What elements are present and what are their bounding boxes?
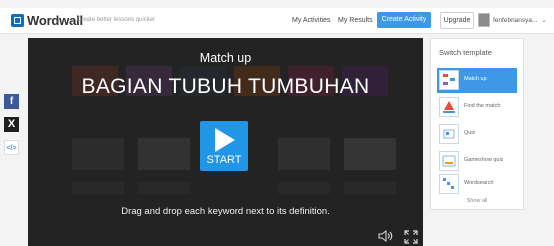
template-label: Quiz xyxy=(464,130,476,136)
template-label: Find the match xyxy=(464,103,501,109)
fullscreen-icon[interactable] xyxy=(404,230,418,244)
logo-text: Wordwall xyxy=(27,13,83,28)
wordsearch-thumbnail-icon xyxy=(439,174,459,194)
template-label: Wordsearch xyxy=(464,180,494,186)
template-find-the-match[interactable]: Find the match xyxy=(437,95,517,120)
wordwall-logo[interactable]: Wordwall xyxy=(11,13,83,28)
nav-my-results[interactable]: My Results xyxy=(338,17,373,24)
create-activity-button[interactable]: Create Activity xyxy=(377,12,431,28)
activity-type: Match up xyxy=(199,51,252,65)
template-label: Gameshow quiz xyxy=(464,157,504,163)
switch-template-panel: Switch template Match up Find the match … xyxy=(430,38,524,210)
template-wordsearch[interactable]: Wordsearch xyxy=(437,172,517,197)
template-quiz[interactable]: Quiz xyxy=(437,122,517,147)
avatar[interactable] xyxy=(478,13,490,27)
match-up-thumbnail-icon xyxy=(439,70,459,90)
sound-icon[interactable] xyxy=(378,230,394,242)
facebook-share-icon[interactable]: f xyxy=(4,94,19,109)
show-all-link[interactable]: Show all xyxy=(431,198,523,204)
activity-title: BAGIAN TUBUH TUMBUHAN xyxy=(81,75,370,98)
start-button[interactable]: START xyxy=(200,121,248,171)
username[interactable]: fenfebriansya... xyxy=(493,17,537,24)
start-label: START xyxy=(206,154,242,166)
embed-icon[interactable]: </> xyxy=(4,140,19,155)
gameshow-quiz-thumbnail-icon xyxy=(439,151,459,171)
panel-title: Switch template xyxy=(439,48,492,57)
tagline: Create better lessons quicker xyxy=(77,17,156,23)
play-icon xyxy=(215,128,235,152)
instructions: Drag and drop each keyword next to its d… xyxy=(121,206,330,217)
chevron-down-icon[interactable]: ⌄ xyxy=(541,16,547,24)
quiz-thumbnail-icon xyxy=(439,124,459,144)
activity-player[interactable]: Match up BAGIAN TUBUH TUMBUHAN START Dra… xyxy=(28,38,423,246)
wordwall-logo-icon xyxy=(11,14,24,27)
template-label: Match up xyxy=(464,76,487,82)
template-match-up[interactable]: Match up xyxy=(437,68,517,93)
nav-my-activities[interactable]: My Activities xyxy=(292,17,331,24)
top-bar: Wordwall Create better lessons quicker M… xyxy=(0,8,554,34)
upgrade-button[interactable]: Upgrade xyxy=(440,12,474,29)
x-share-icon[interactable]: X xyxy=(4,117,19,132)
find-the-match-thumbnail-icon xyxy=(439,97,459,117)
template-gameshow-quiz[interactable]: Gameshow quiz xyxy=(437,149,517,174)
